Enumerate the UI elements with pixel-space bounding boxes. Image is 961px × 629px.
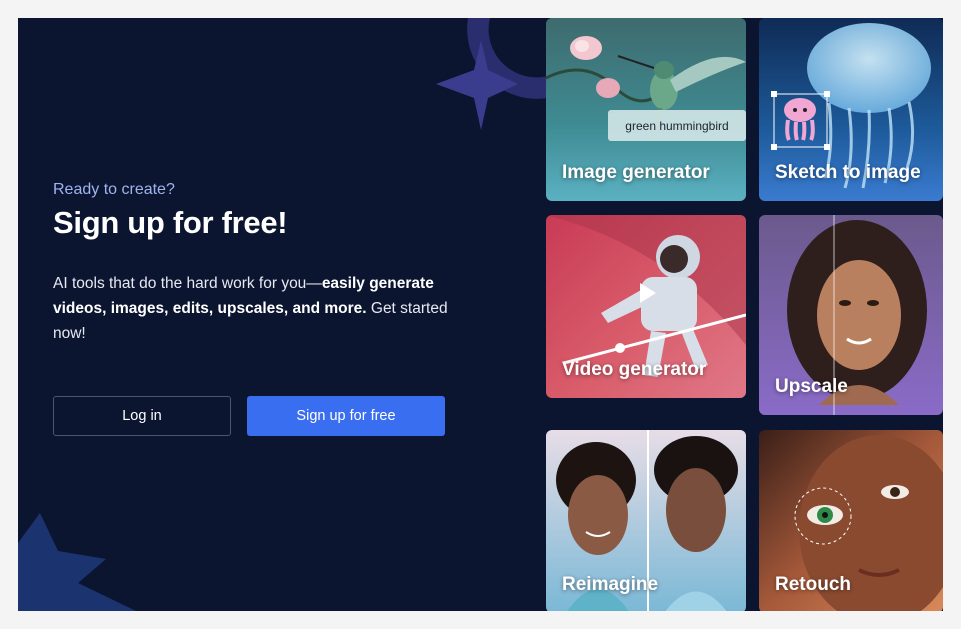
tool-card-reimagine[interactable]: Reimagine bbox=[546, 430, 746, 611]
tool-card-video-generator[interactable]: Video generator bbox=[546, 215, 746, 398]
signup-panel: Ready to create? Sign up for free! AI to… bbox=[53, 18, 523, 611]
card-label: Sketch to image bbox=[775, 162, 921, 183]
tool-card-image-generator[interactable]: green hummingbird Image generator bbox=[546, 18, 746, 201]
signup-modal: Ready to create? Sign up for free! AI to… bbox=[18, 18, 943, 611]
card-label: Video generator bbox=[562, 359, 707, 380]
tool-card-upscale[interactable]: Upscale bbox=[759, 215, 943, 415]
tool-card-sketch-to-image[interactable]: Sketch to image bbox=[759, 18, 943, 201]
card-label: Image generator bbox=[562, 162, 710, 183]
signup-headline: Sign up for free! bbox=[53, 205, 288, 240]
prompt-tag: green hummingbird bbox=[608, 110, 746, 141]
eyebrow-text: Ready to create? bbox=[53, 181, 175, 198]
signup-button[interactable]: Sign up for free bbox=[247, 396, 445, 436]
card-label: Retouch bbox=[775, 574, 851, 595]
description-intro: AI tools that do the hard work for you— bbox=[53, 275, 322, 292]
card-label: Upscale bbox=[775, 376, 848, 397]
login-button[interactable]: Log in bbox=[53, 396, 231, 436]
card-label: Reimagine bbox=[562, 574, 659, 595]
tool-card-retouch[interactable]: Retouch bbox=[759, 430, 943, 611]
signup-description: AI tools that do the hard work for you—e… bbox=[53, 271, 463, 346]
